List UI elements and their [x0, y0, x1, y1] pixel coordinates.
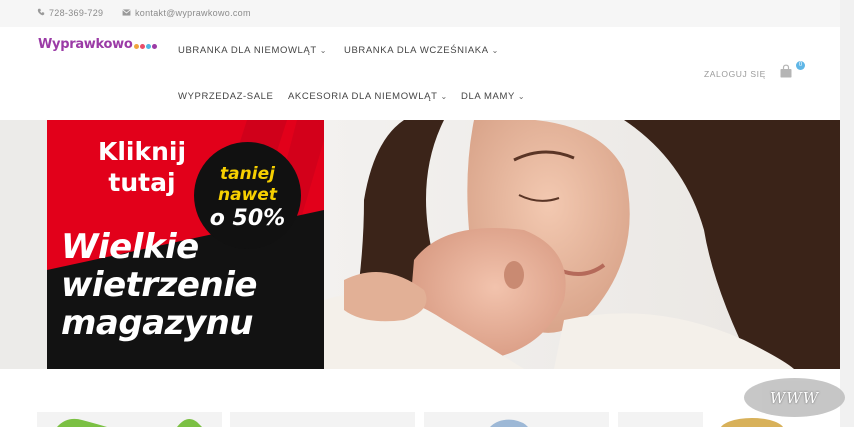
product-card[interactable]: [618, 412, 703, 427]
top-bar: 728-369-729 kontakt@wyprawkowo.com: [0, 0, 854, 27]
badge-line-1: taniej: [220, 164, 275, 184]
phone-number: 728-369-729: [49, 8, 104, 18]
discount-badge: taniej nawet o 50%: [194, 142, 301, 249]
cart-icon[interactable]: [779, 64, 793, 83]
headline-line-2: wietrzenie: [61, 265, 257, 305]
product-card[interactable]: [424, 412, 609, 427]
site-logo[interactable]: Wyprawkowo: [38, 37, 158, 52]
email-address: kontakt@wyprawkowo.com: [135, 8, 251, 18]
promo-line-1: Kliknij: [97, 137, 187, 166]
watermark-text: WWW: [769, 388, 820, 407]
nav-dla-mamy[interactable]: DLA MAMY ⌄: [461, 91, 525, 102]
product-card[interactable]: [230, 412, 415, 427]
envelope-icon: [122, 8, 131, 18]
product-card[interactable]: [37, 412, 222, 427]
badge-line-3: o 50%: [209, 206, 286, 231]
hero-photo-mother-baby: [324, 120, 840, 369]
promo-click-text: Kliknij tutaj: [77, 136, 207, 198]
nav-label: WYPRZEDAZ-SALE: [178, 91, 274, 102]
nav-wyprzedaz-sale[interactable]: WYPRZEDAZ-SALE: [178, 91, 274, 102]
nav-label: AKCESORIA DLA NIEMOWLĄT: [288, 91, 438, 102]
cart-count-badge: 0: [796, 61, 805, 70]
phone-icon: [37, 8, 45, 18]
chevron-down-icon: ⌄: [319, 46, 328, 55]
headline-line-1: Wielkie: [61, 227, 199, 267]
email-contact[interactable]: kontakt@wyprawkowo.com: [122, 8, 251, 18]
nav-ubranka-niemowlat[interactable]: UBRANKA DLA NIEMOWLĄT ⌄: [178, 45, 327, 56]
logo-dots-icon: [134, 43, 158, 49]
headline-line-3: magazynu: [61, 303, 254, 343]
login-link[interactable]: ZALOGUJ SIĘ: [704, 69, 766, 79]
badge-line-2: nawet: [218, 185, 277, 205]
promo-line-2: tutaj: [108, 168, 176, 197]
chevron-down-icon: ⌄: [491, 46, 499, 55]
logo-text: Wyprawkowo: [38, 37, 133, 52]
nav-label: UBRANKA DLA NIEMOWLĄT: [178, 45, 317, 56]
sale-promo-banner[interactable]: Kliknij tutaj taniej nawet o 50% Wielkie…: [47, 120, 324, 369]
chevron-down-icon: ⌄: [440, 92, 448, 101]
nav-akcesoria[interactable]: AKCESORIA DLA NIEMOWLĄT ⌄: [288, 91, 448, 102]
page-scrollbar[interactable]: [840, 0, 854, 427]
nav-label: DLA MAMY: [461, 91, 515, 102]
chevron-down-icon: ⌄: [517, 92, 526, 101]
nav-label: UBRANKA DLA WCZEŚNIAKA: [344, 45, 489, 56]
phone-contact[interactable]: 728-369-729: [37, 8, 103, 18]
watermark-badge: WWW: [744, 378, 845, 417]
nav-ubranka-wczesniaka[interactable]: UBRANKA DLA WCZEŚNIAKA ⌄: [344, 45, 499, 56]
